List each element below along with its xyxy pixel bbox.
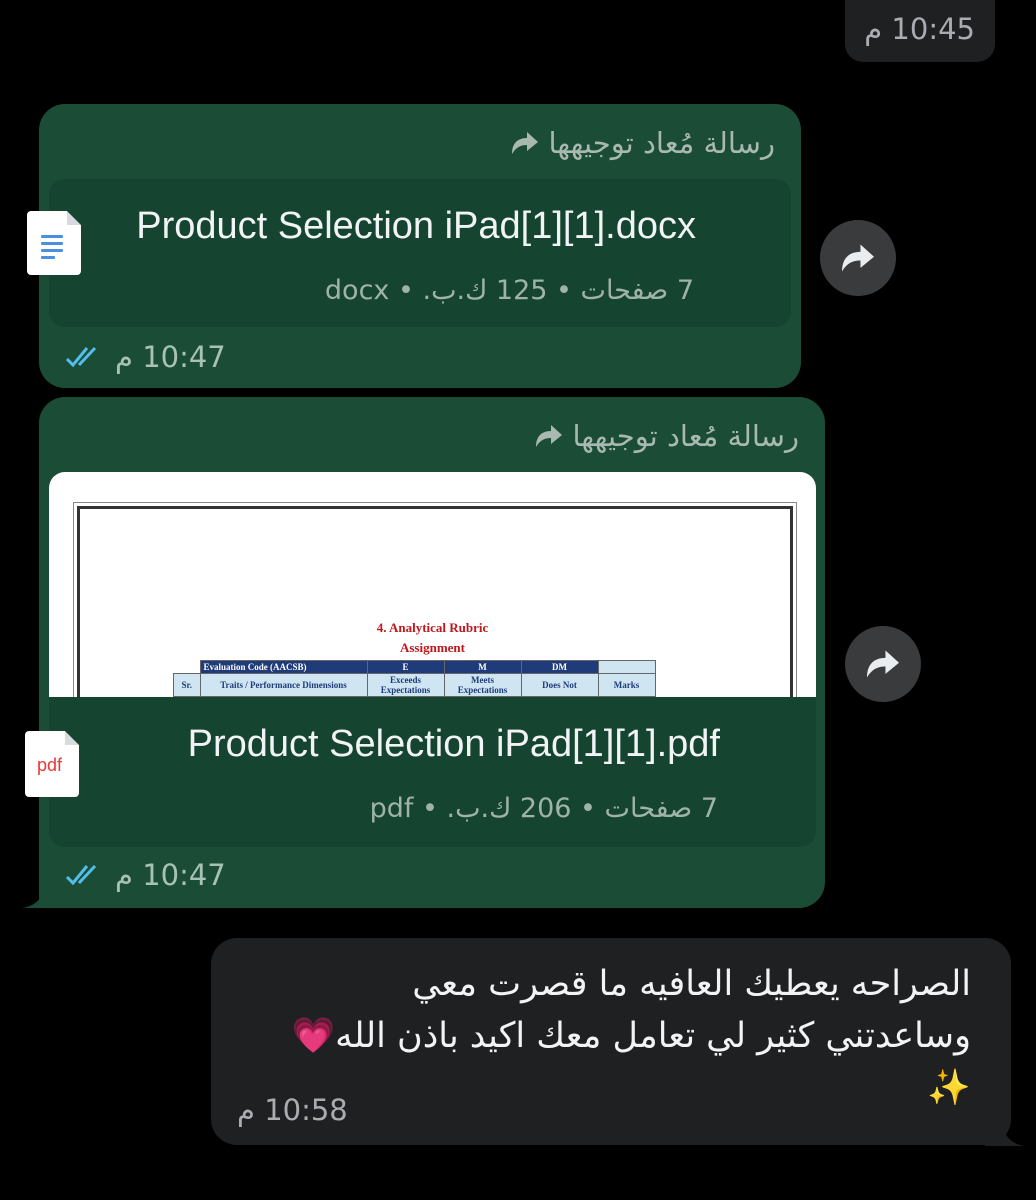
message-text: الصراحه يعطيك العافيه ما قصرت معي وساعدت… <box>291 964 971 1108</box>
forward-arrow-icon <box>512 132 539 154</box>
file-meta: 7 صفحات • 206 ك.ب. • pdf <box>369 793 718 824</box>
bubble-tail <box>22 880 62 908</box>
forwarded-docx-message[interactable]: رسالة مُعاد توجيهها Product Selection iP… <box>27 104 801 388</box>
double-check-icon <box>65 864 97 886</box>
forward-arrow-icon <box>867 650 899 678</box>
file-name: Product Selection iPad[1][1].pdf <box>187 723 720 765</box>
forward-arrow-icon <box>842 244 874 272</box>
message-time: 10:58 م <box>237 1093 348 1127</box>
forwarded-label: رسالة مُعاد توجيهها <box>510 126 775 160</box>
file-name: Product Selection iPad[1][1].docx <box>136 205 696 247</box>
message-time: 10:47 م <box>115 858 226 892</box>
message-time: 10:47 م <box>115 340 226 374</box>
incoming-message-bubble: 10:45 م <box>845 0 995 62</box>
forward-arrow-icon <box>536 425 563 447</box>
pdf-preview-image[interactable]: 4. Analytical Rubric Assignment Evaluati… <box>49 472 816 697</box>
forwarded-label: رسالة مُعاد توجيهها <box>534 419 799 453</box>
forward-button[interactable] <box>820 220 896 296</box>
file-card[interactable]: pdf Product Selection iPad[1][1].pdf 7 ص… <box>25 697 816 847</box>
pdf-icon: pdf <box>25 731 79 797</box>
bubble-tail <box>985 1118 1025 1146</box>
message-status: 10:47 م <box>65 340 226 374</box>
preview-table: Evaluation Code (AACSB) E M DM Sr. Trait… <box>173 660 656 697</box>
docx-icon <box>27 211 81 275</box>
forward-button[interactable] <box>845 626 921 702</box>
message-status: 10:47 م <box>65 858 226 892</box>
preview-subheading: Assignment <box>399 640 465 655</box>
file-meta: 7 صفحات • 125 ك.ب. • docx <box>324 275 694 306</box>
preview-heading: 4. Analytical Rubric <box>376 620 489 635</box>
message-time: 10:45 م <box>864 12 975 46</box>
file-card[interactable]: Product Selection iPad[1][1].docx 7 صفحا… <box>27 179 791 327</box>
incoming-text-message[interactable]: الصراحه يعطيك العافيه ما قصرت معي وساعدت… <box>211 938 1011 1145</box>
double-check-icon <box>65 346 97 368</box>
